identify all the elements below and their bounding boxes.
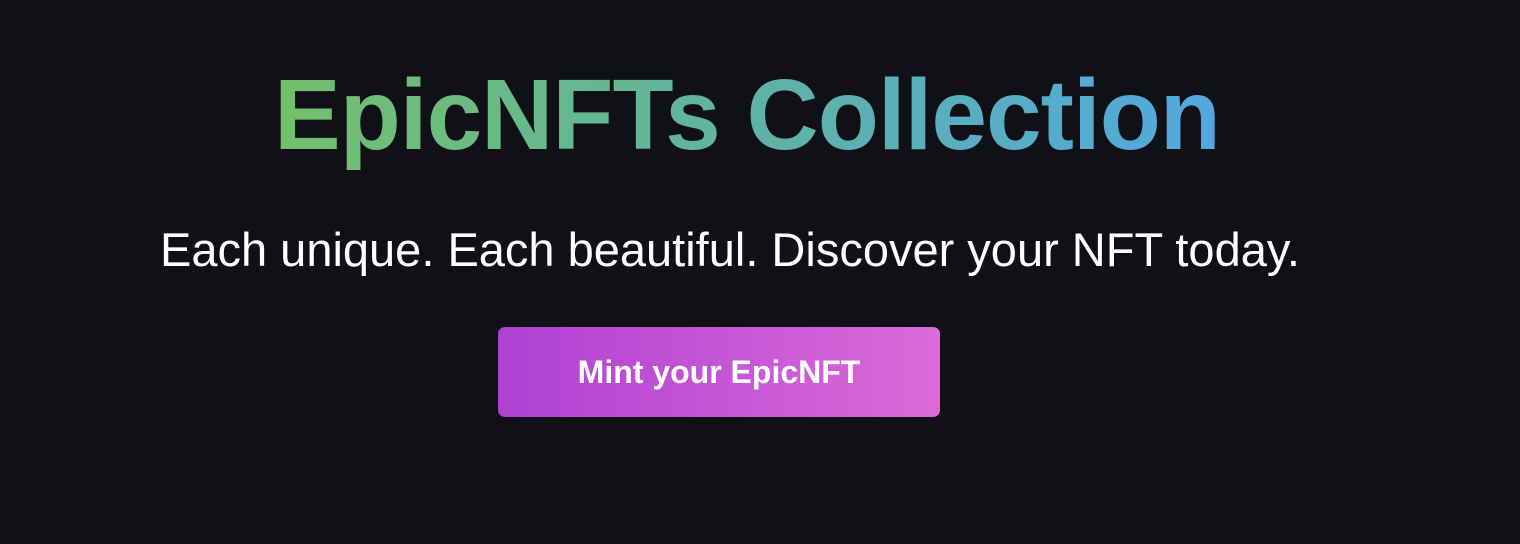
page-title: EpicNFTs Collection — [274, 56, 1221, 174]
hero-subtitle: Each unique. Each beautiful. Discover yo… — [160, 223, 1300, 276]
mint-button[interactable]: Mint your EpicNFT — [498, 327, 940, 417]
landing-page: EpicNFTs Collection Each unique. Each be… — [0, 0, 1520, 544]
mint-button-label: Mint your EpicNFT — [577, 353, 861, 390]
